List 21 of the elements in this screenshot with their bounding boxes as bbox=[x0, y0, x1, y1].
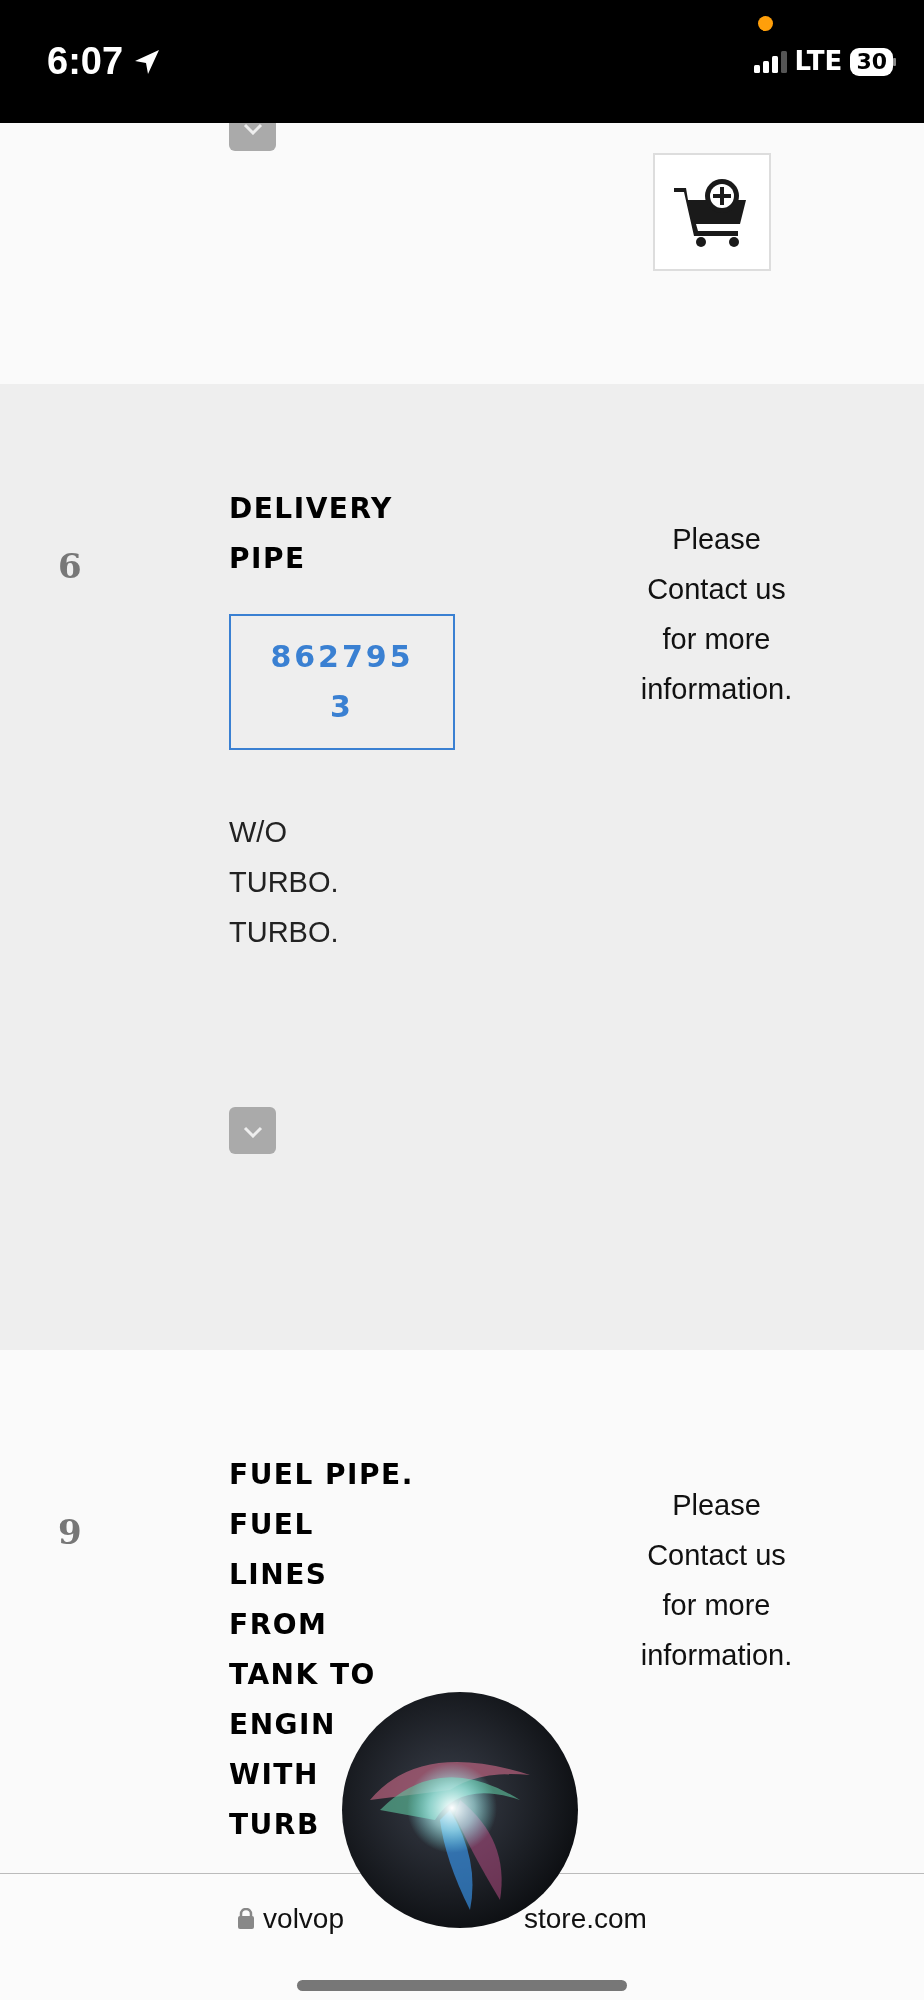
home-indicator[interactable] bbox=[297, 1980, 627, 1991]
part-title: FUEL PIPE. FUEL LINES FROM TANK TO ENGIN WITH TURB bbox=[229, 1457, 415, 1843]
price-note: Please Contact us for more information. bbox=[639, 522, 794, 707]
chevron-down-icon bbox=[241, 123, 264, 135]
network-type: LTE bbox=[794, 45, 843, 78]
expand-button[interactable] bbox=[229, 1107, 276, 1154]
item-number: 6 bbox=[58, 549, 83, 583]
location-arrow-icon bbox=[133, 47, 162, 76]
part-title: DELIVERY PIPE bbox=[229, 491, 394, 577]
url-text[interactable]: store.com bbox=[524, 1898, 647, 1940]
battery-level: 30 bbox=[850, 47, 893, 76]
url-text[interactable]: volvop bbox=[263, 1898, 344, 1940]
item-number: 9 bbox=[58, 1515, 83, 1549]
battery-cap-icon bbox=[893, 57, 896, 66]
indicator-dot bbox=[758, 16, 773, 31]
part-description: W/O TURBO. TURBO. bbox=[229, 815, 340, 950]
add-to-cart-button[interactable] bbox=[652, 153, 771, 271]
price-note: Please Contact us for more information. bbox=[639, 1488, 794, 1673]
lock-icon bbox=[237, 1908, 256, 1930]
clock-time: 6:07 bbox=[47, 39, 124, 84]
signal-icon bbox=[753, 50, 787, 73]
